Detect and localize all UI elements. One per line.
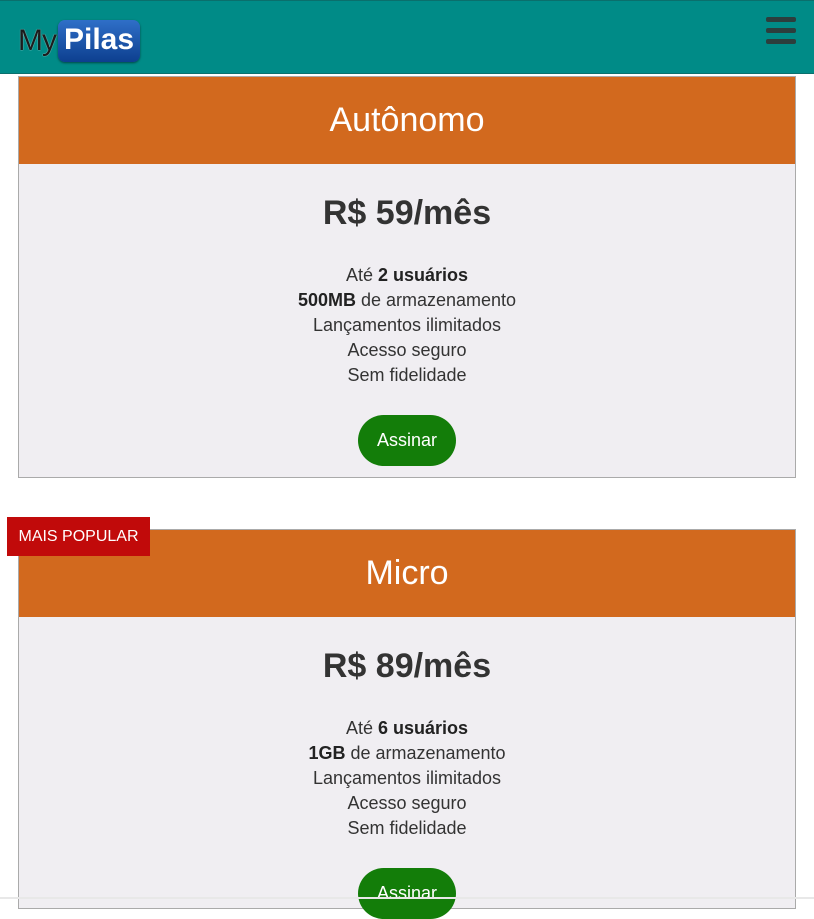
feature-launches: Lançamentos ilimitados <box>312 315 502 335</box>
feature-launches: Lançamentos ilimitados <box>312 768 502 788</box>
feature-no-lock-in: Sem fidelidade <box>347 365 467 385</box>
most-popular-badge: MAIS POPULAR <box>7 517 150 556</box>
plan-price: R$ 89/mês <box>322 647 492 685</box>
feature-storage: 1GB de armazenamento <box>19 741 795 766</box>
feature-users-prefix: Até <box>345 718 378 738</box>
subscribe-button[interactable]: Assinar <box>358 415 456 466</box>
feature-storage-value: 1GB <box>308 743 346 763</box>
feature-storage: 500MB de armazenamento <box>19 288 795 313</box>
plan-body: R$ 59/mês Até 2 usuários 500MB de armaze… <box>19 164 795 466</box>
plan-name: Micro <box>365 554 449 592</box>
plan-name: Autônomo <box>329 101 485 139</box>
menu-bar-top <box>766 17 796 22</box>
feature-secure-access: Acesso seguro <box>347 340 467 360</box>
feature-users-value: 2 usuários <box>377 265 469 285</box>
hamburger-menu-icon[interactable] <box>766 15 796 47</box>
menu-bar-middle <box>766 28 796 33</box>
navbar: My Pilas <box>0 0 814 74</box>
feature-users: Até 2 usuários <box>19 263 795 288</box>
plan-card-autonomo: Autônomo R$ 59/mês Até 2 usuários 500MB … <box>18 76 796 478</box>
feature-users-prefix: Até <box>345 265 378 285</box>
subscribe-button[interactable]: Assinar <box>358 868 456 919</box>
mypilas-logo[interactable]: My Pilas <box>18 19 141 63</box>
plan-price: R$ 59/mês <box>322 194 492 232</box>
plan-header: Autônomo <box>19 77 795 164</box>
menu-bar-bottom <box>766 39 796 44</box>
feature-users: Até 6 usuários <box>19 716 795 741</box>
plan-features: Até 6 usuários 1GB de armazenamento Lanç… <box>19 716 795 841</box>
feature-storage-value: 500MB <box>297 290 356 310</box>
feature-storage-suffix: de armazenamento <box>345 743 506 763</box>
plan-body: R$ 89/mês Até 6 usuários 1GB de armazena… <box>19 617 795 919</box>
plan-card-micro: Micro R$ 89/mês Até 6 usuários 1GB de ar… <box>18 529 796 919</box>
logo-my-text: My <box>18 24 57 57</box>
plan-features: Até 2 usuários 500MB de armazenamento La… <box>19 263 795 388</box>
feature-users-value: 6 usuários <box>377 718 469 738</box>
feature-storage-suffix: de armazenamento <box>355 290 517 310</box>
feature-no-lock-in: Sem fidelidade <box>347 818 467 838</box>
feature-secure-access: Acesso seguro <box>347 793 467 813</box>
logo-pilas-text: Pilas <box>58 20 141 62</box>
